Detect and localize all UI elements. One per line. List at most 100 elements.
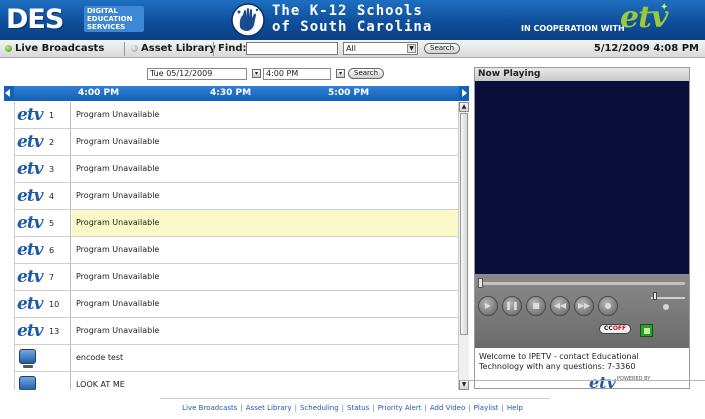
program-cell[interactable]: Program Unavailable [72, 318, 458, 344]
scroll-down-icon[interactable]: ▼ [459, 380, 469, 390]
toolbar: Live Broadcasts Asset Library Find: All … [0, 40, 705, 58]
separator: | [240, 404, 243, 412]
separator: | [468, 404, 471, 412]
etv-footer-logo: etv [589, 373, 616, 392]
pause-icon[interactable]: ❚❚ [502, 296, 522, 316]
schedule-search-button[interactable]: Search [348, 68, 385, 79]
time-picker-icon[interactable]: ▾ [336, 69, 345, 78]
table-row[interactable]: encode test [15, 345, 458, 372]
footer-link-status[interactable]: Status [347, 404, 369, 412]
program-cell[interactable]: Program Unavailable [72, 291, 458, 317]
player-controls: ▶ ❚❚ ■ ◀◀ ▶▶ ● CCOFF [475, 274, 689, 348]
tab-live-broadcasts[interactable]: Live Broadcasts [5, 43, 104, 54]
channel-cell[interactable]: etv 3 [15, 156, 71, 182]
table-row[interactable]: LOOK AT ME [15, 372, 458, 390]
channel-cell[interactable]: etv 13 [15, 318, 71, 344]
channel-cell[interactable] [15, 345, 71, 371]
program-cell[interactable]: encode test [72, 345, 458, 371]
footer-link-scheduling[interactable]: Scheduling [300, 404, 339, 412]
hand-logo-icon [231, 3, 265, 37]
table-row[interactable]: etv 2 Program Unavailable [15, 129, 458, 156]
table-row[interactable]: etv 7 Program Unavailable [15, 264, 458, 291]
program-cell[interactable]: Program Unavailable [72, 210, 458, 236]
time-slot: 5:00 PM [328, 88, 370, 98]
etv-channel-icon: etv [17, 105, 44, 125]
fullscreen-icon[interactable]: ● [598, 296, 618, 316]
gray-dot-icon [131, 45, 138, 52]
volume-handle[interactable] [653, 292, 657, 300]
program-cell[interactable]: Program Unavailable [72, 183, 458, 209]
footer-link-add-video[interactable]: Add Video [430, 404, 465, 412]
next-time-arrow-icon[interactable] [459, 86, 469, 101]
channel-number: 1 [49, 111, 55, 120]
find-input[interactable] [246, 42, 338, 55]
table-row[interactable]: etv 4 Program Unavailable [15, 183, 458, 210]
chevron-down-icon[interactable]: ▼ [407, 44, 416, 53]
des-logo[interactable]: DES [6, 4, 64, 35]
calendar-picker-icon[interactable]: ▾ [252, 69, 261, 78]
sparkle-icon: ✦ [660, 2, 669, 13]
table-row[interactable]: etv 3 Program Unavailable [15, 156, 458, 183]
table-row-selected[interactable]: etv 5 Program Unavailable [15, 210, 458, 237]
powered-by-label: POWERED BY [617, 376, 651, 382]
app-header: DES DIGITAL EDUCATION SERVICES The K-12 … [0, 0, 705, 40]
date-field[interactable]: Tue 05/12/2009 [147, 68, 247, 80]
channel-number: 3 [49, 165, 55, 174]
program-cell[interactable]: Program Unavailable [72, 237, 458, 263]
separator: | [294, 404, 297, 412]
program-cell[interactable]: LOOK AT ME [72, 372, 458, 390]
etv-channel-icon: etv [17, 132, 44, 152]
table-row[interactable]: etv 13 Program Unavailable [15, 318, 458, 345]
scroll-up-icon[interactable]: ▲ [459, 102, 469, 112]
seek-handle[interactable] [478, 278, 483, 288]
closed-caption-button[interactable]: CCOFF [599, 324, 632, 334]
channel-cell[interactable]: etv 2 [15, 129, 71, 155]
footer-link-live-broadcasts[interactable]: Live Broadcasts [182, 404, 237, 412]
channel-number: 2 [49, 138, 55, 147]
program-cell[interactable]: Program Unavailable [72, 156, 458, 182]
footer-link-asset-library[interactable]: Asset Library [246, 404, 292, 412]
play-icon[interactable]: ▶ [478, 296, 498, 316]
footer-link-priority-alert[interactable]: Priority Alert [378, 404, 422, 412]
channel-cell[interactable]: etv 4 [15, 183, 71, 209]
divider [213, 42, 214, 56]
table-row[interactable]: etv 10 Program Unavailable [15, 291, 458, 318]
program-cell[interactable]: Program Unavailable [72, 102, 458, 128]
schedule-grid: etv 1 Program Unavailable etv 2 Program Un… [14, 102, 458, 390]
channel-cell[interactable]: etv 5 [15, 210, 71, 236]
video-player[interactable] [475, 81, 689, 274]
channel-cell[interactable]: etv 6 [15, 237, 71, 263]
channel-number: 6 [49, 246, 55, 255]
welcome-message: Welcome to IPETV - contact Educational T… [479, 352, 639, 371]
rewind-icon[interactable]: ◀◀ [550, 296, 570, 316]
stop-icon[interactable]: ■ [526, 296, 546, 316]
program-cell[interactable]: Program Unavailable [72, 264, 458, 290]
time-field[interactable]: 4:00 PM [263, 68, 331, 80]
find-search-button[interactable]: Search [424, 43, 461, 54]
channel-cell[interactable]: etv 1 [15, 102, 71, 128]
table-row[interactable]: etv 1 Program Unavailable [15, 102, 458, 129]
channel-cell[interactable]: etv 10 [15, 291, 71, 317]
schedule-scrollbar[interactable]: ▲ ▼ [458, 102, 469, 390]
etv-channel-icon: etv [17, 213, 44, 233]
footer-link-help[interactable]: Help [507, 404, 523, 412]
computer-icon [19, 349, 36, 368]
channel-cell[interactable]: etv 7 [15, 264, 71, 290]
previous-time-arrow-icon[interactable] [4, 86, 14, 101]
fast-forward-icon[interactable]: ▶▶ [574, 296, 594, 316]
seek-bar[interactable] [479, 282, 685, 285]
find-category-select[interactable]: All ▼ [343, 42, 418, 55]
channel-cell[interactable] [15, 372, 71, 390]
footer-divider [160, 398, 550, 399]
program-cell[interactable]: Program Unavailable [72, 129, 458, 155]
channel-number: 13 [49, 327, 60, 336]
scrollbar-thumb[interactable] [460, 113, 468, 335]
cc-state: OFF [612, 325, 627, 332]
popout-icon[interactable] [640, 324, 653, 337]
footer-link-playlist[interactable]: Playlist [474, 404, 499, 412]
green-dot-icon [5, 45, 12, 52]
tab-label: Live Broadcasts [15, 43, 105, 54]
tab-asset-library[interactable]: Asset Library [131, 43, 216, 54]
table-row[interactable]: etv 6 Program Unavailable [15, 237, 458, 264]
footer-nav: Live Broadcasts | Asset Library | Scheduling… [0, 404, 705, 412]
